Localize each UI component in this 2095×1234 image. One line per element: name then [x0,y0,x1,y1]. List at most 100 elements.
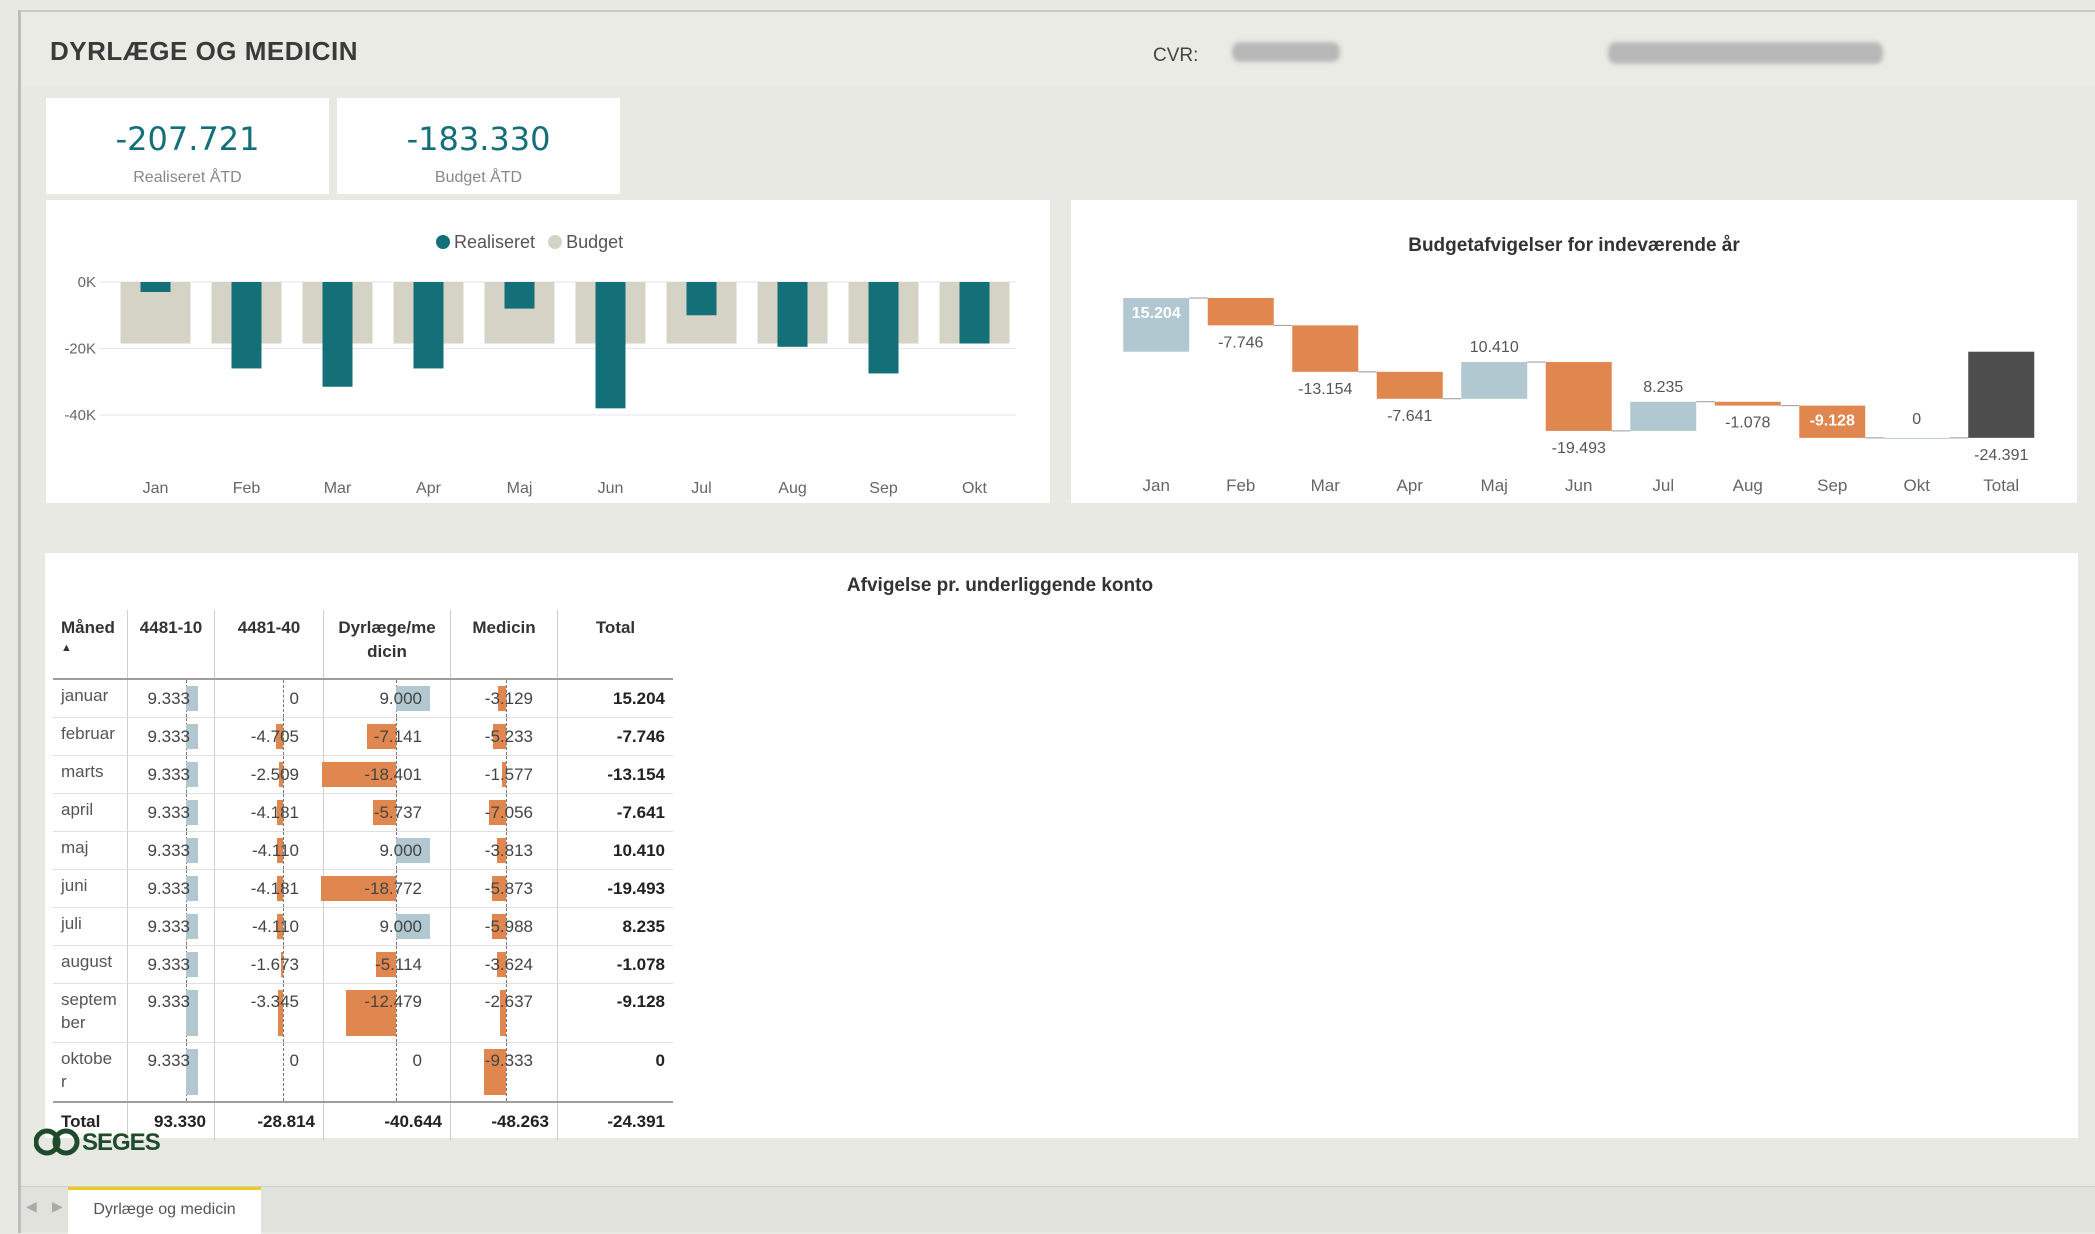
x-tick-label: Mar [324,480,352,497]
column-header-label: Måned [61,618,115,637]
value-cell: 9.333 [127,831,215,870]
data-bar-cell: 9.333 [128,794,198,831]
matrix-title: Afvigelse pr. underliggende konto [846,575,1154,596]
data-bar-cell: 9.333 [128,756,198,793]
waterfall-data-label: -7.746 [1218,334,1263,351]
data-bar-axis [396,1043,397,1101]
cell-value: -5.114 [375,955,422,974]
data-bar-cell: -3.624 [451,946,541,983]
kpi-card-realiseret[interactable]: -207.721 Realiseret ÅTD [46,98,329,194]
data-bar-cell: -3.129 [451,680,541,717]
data-bar-cell: -7.056 [451,794,541,831]
data-bar-cell: -1.577 [451,756,541,793]
data-bar-cell: -4.705 [215,718,307,755]
row-total-cell: -1.078 [557,945,673,984]
table-row[interactable]: august 9.333 -1.673 -5.114 -3.624 -1.078 [53,945,673,984]
cell-value: 9.333 [147,917,190,936]
value-cell: -3.813 [450,831,558,870]
kpi-card-budget[interactable]: -183.330 Budget ÅTD [337,98,620,194]
cell-value: -7.056 [484,803,533,822]
waterfall-data-label: -24.391 [1974,447,2028,464]
column-header-label: Total [595,618,636,637]
table-row[interactable]: februar 9.333 -4.705 -7.141 -5.233 -7.746 [53,717,673,756]
x-tick-label: Total [1983,476,2019,495]
page-title: DYRLÆGE OG MEDICIN [50,36,359,66]
column-header-total[interactable]: Total [557,610,673,680]
data-bar-cell: 0 [215,1043,307,1101]
x-tick-label: Maj [507,480,533,497]
next-page-icon[interactable]: ▶ [52,1198,63,1215]
realiseret-bar [322,282,353,387]
cell-value: -4.110 [252,841,299,860]
table-row[interactable]: marts 9.333 -2.509 -18.401 -1.577 -13.154 [53,755,673,794]
cell-value: 9.333 [147,955,190,974]
row-total-cell: -7.641 [557,793,673,832]
cell-value: 0 [289,689,299,708]
prev-page-icon[interactable]: ◀ [26,1198,37,1215]
sort-ascending-icon[interactable]: ▲ [61,640,119,656]
table-row[interactable]: januar 9.333 0 9.000 -3.129 15.204 [53,679,673,718]
table-row[interactable]: april 9.333 -4.181 -5.737 -7.056 -7.641 [53,793,673,832]
cell-value: -9.333 [484,1051,533,1070]
cell-value: -4.705 [250,727,299,746]
value-cell: 9.000 [323,907,451,946]
table-row[interactable]: juli 9.333 -4.110 9.000 -5.988 8.235 [53,907,673,946]
value-cell: -18.772 [320,869,451,908]
x-tick-label: Jan [1143,476,1170,495]
table-row[interactable]: septem ber 9.333 -3.345 -12.479 -2.637 -9.128 [53,983,673,1043]
column-header-month[interactable]: Måned ▲ [53,610,128,680]
column-header-4481-40[interactable]: 4481-40 [214,610,324,680]
x-tick-label: Jun [1565,476,1592,495]
month-cell: juli [53,907,128,946]
data-bar-cell: 9.000 [324,908,430,945]
row-total-cell: 10.410 [557,831,673,870]
cvr-label: CVR: [1153,45,1199,66]
column-header-label: 4481-10 [139,618,203,637]
column-header-dyrlaege-medicin[interactable]: Dyrlæge/me dicin [323,610,451,680]
realiseret-bar [686,282,717,316]
value-cell: -4.110 [214,831,324,870]
data-bar-cell: -4.110 [215,908,307,945]
data-bar-cell: -3.345 [215,984,307,1042]
value-cell: -4.181 [214,793,324,832]
table-row[interactable]: juni 9.333 -4.181 -18.772 -5.873 -19.493 [53,869,673,908]
data-bar-cell: 9.333 [128,832,198,869]
table-row[interactable]: oktobe r 9.333 0 0 -9.333 0 [53,1042,673,1103]
bar-chart-card[interactable]: Realiseret Budget 0K -20K -40K Jan Feb Mar Apr… [46,200,1050,503]
value-cell: -7.056 [450,793,558,832]
value-cell: -5.114 [323,945,451,984]
waterfall-data-label: -1.078 [1725,415,1770,432]
page-tab-dyrlaege-og-medicin[interactable]: Dyrlæge og medicin [68,1187,261,1234]
data-bar-axis [283,1043,284,1101]
cell-value: -4.181 [250,879,299,898]
waterfall-decrease-bar [1376,371,1443,399]
data-bar-cell: -12.479 [324,984,430,1042]
data-bar-cell: 9.333 [128,680,198,717]
waterfall-chart-card[interactable]: Budgetafvigelser for indeværende år 15.2… [1071,200,2077,503]
data-bar-cell: 0 [215,680,307,717]
waterfall-data-label: 15.204 [1132,305,1181,322]
data-bar-cell: 9.333 [128,870,198,907]
page-tab-bar [21,1186,2095,1232]
value-cell: -5.737 [323,793,451,832]
data-bar-cell: -7.141 [324,718,430,755]
column-header-4481-10[interactable]: 4481-10 [127,610,215,680]
cell-value: -4.110 [252,917,299,936]
data-bar-cell: -2.637 [451,984,541,1042]
x-tick-label: Jun [598,480,624,497]
table-row[interactable]: maj 9.333 -4.110 9.000 -3.813 10.410 [53,831,673,870]
realiseret-bar [413,282,444,369]
cell-value: 9.000 [379,841,422,860]
matrix-header-row: Måned ▲ 4481-10 4481-40 Dyrlæge/me dicin… [53,610,673,680]
cell-value: -1.577 [484,765,533,784]
cell-value: -3.345 [250,992,299,1011]
month-cell: juni [53,869,128,908]
x-tick-label: Mar [1311,476,1341,495]
realiseret-bar [140,282,171,292]
cell-value: -2.509 [250,765,299,784]
cell-value: -5.737 [373,803,422,822]
deviation-matrix: Måned ▲ 4481-10 4481-40 Dyrlæge/me dicin… [53,610,673,1141]
column-header-medicin[interactable]: Medicin [450,610,558,680]
value-cell: -4.705 [214,717,324,756]
cell-value: -7.141 [373,727,422,746]
